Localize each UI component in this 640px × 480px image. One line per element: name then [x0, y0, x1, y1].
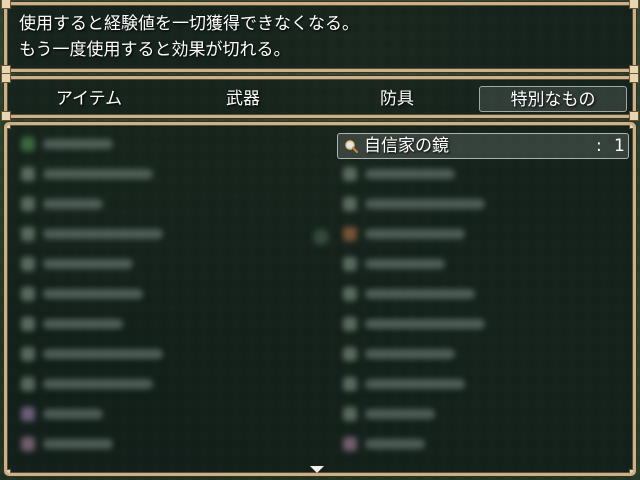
blurred-item-row [43, 199, 103, 209]
blurred-item-icon [21, 377, 35, 391]
blurred-item-row [365, 229, 465, 239]
blurred-item-icon [343, 167, 357, 181]
blurred-item-row [365, 199, 485, 209]
blurred-item-row [43, 139, 113, 149]
item-name: 自信家の鏡 [364, 136, 449, 156]
blurred-item-icon [21, 227, 35, 241]
blurred-item-icon [343, 287, 357, 301]
selected-item-row[interactable]: 自信家の鏡 : 1 [337, 133, 629, 159]
blurred-item-row [365, 349, 455, 359]
blurred-item-row [365, 319, 485, 329]
blurred-item-icon [21, 347, 35, 361]
blurred-item-icon [343, 197, 357, 211]
tab-key-items[interactable]: 特別なもの [479, 86, 627, 112]
help-text-line-2: もう一度使用すると効果が切れる。 [19, 40, 291, 60]
blurred-item-row [365, 439, 425, 449]
blurred-item-row [365, 379, 465, 389]
blurred-item-row [365, 409, 435, 419]
frame-corner [1, 73, 11, 83]
blurred-item-list [7, 125, 633, 473]
blurred-item-row [43, 259, 133, 269]
blurred-item-icon [21, 437, 35, 451]
blurred-item-row [43, 409, 103, 419]
character-sprite-icon [313, 229, 329, 245]
frame-corner [1, 0, 11, 9]
blurred-item-row [43, 289, 143, 299]
tab-weapons[interactable]: 武器 [169, 86, 317, 112]
blurred-item-row [43, 439, 113, 449]
item-list-window: 自信家の鏡 : 1 [4, 122, 636, 476]
blurred-item-icon [343, 257, 357, 271]
blurred-item-row [365, 169, 455, 179]
blurred-item-icon [21, 137, 35, 151]
frame-corner [1, 111, 11, 121]
item-count-separator: : [596, 136, 602, 156]
blurred-item-icon [343, 437, 357, 451]
blurred-item-icon [21, 287, 35, 301]
blurred-item-row [43, 319, 123, 329]
help-window: 使用すると経験値を一切獲得できなくなる。 もう一度使用すると効果が切れる。 [1, 0, 639, 75]
scroll-down-arrow-icon[interactable] [310, 466, 324, 473]
blurred-item-icon [343, 227, 357, 241]
blurred-item-icon [21, 257, 35, 271]
blurred-item-row [43, 349, 163, 359]
blurred-item-icon [21, 167, 35, 181]
blurred-item-row [365, 289, 475, 299]
blurred-item-row [43, 229, 163, 239]
blurred-item-icon [343, 347, 357, 361]
blurred-item-icon [21, 407, 35, 421]
blurred-item-icon [343, 407, 357, 421]
blurred-item-icon [343, 317, 357, 331]
help-text-line-1: 使用すると経験値を一切獲得できなくなる。 [19, 14, 359, 34]
item-count: 1 [614, 136, 625, 156]
blurred-item-row [43, 379, 153, 389]
magnifier-icon [345, 140, 358, 153]
tab-items[interactable]: アイテム [15, 86, 163, 112]
blurred-item-icon [21, 317, 35, 331]
blurred-item-row [43, 169, 153, 179]
tab-armor[interactable]: 防具 [323, 86, 471, 112]
category-window: アイテム 武器 防具 特別なもの [1, 73, 639, 121]
blurred-item-row [365, 259, 445, 269]
frame-corner [629, 111, 639, 121]
blurred-item-icon [21, 197, 35, 211]
frame-corner [629, 73, 639, 83]
frame-corner [629, 0, 639, 9]
blurred-item-icon [343, 377, 357, 391]
